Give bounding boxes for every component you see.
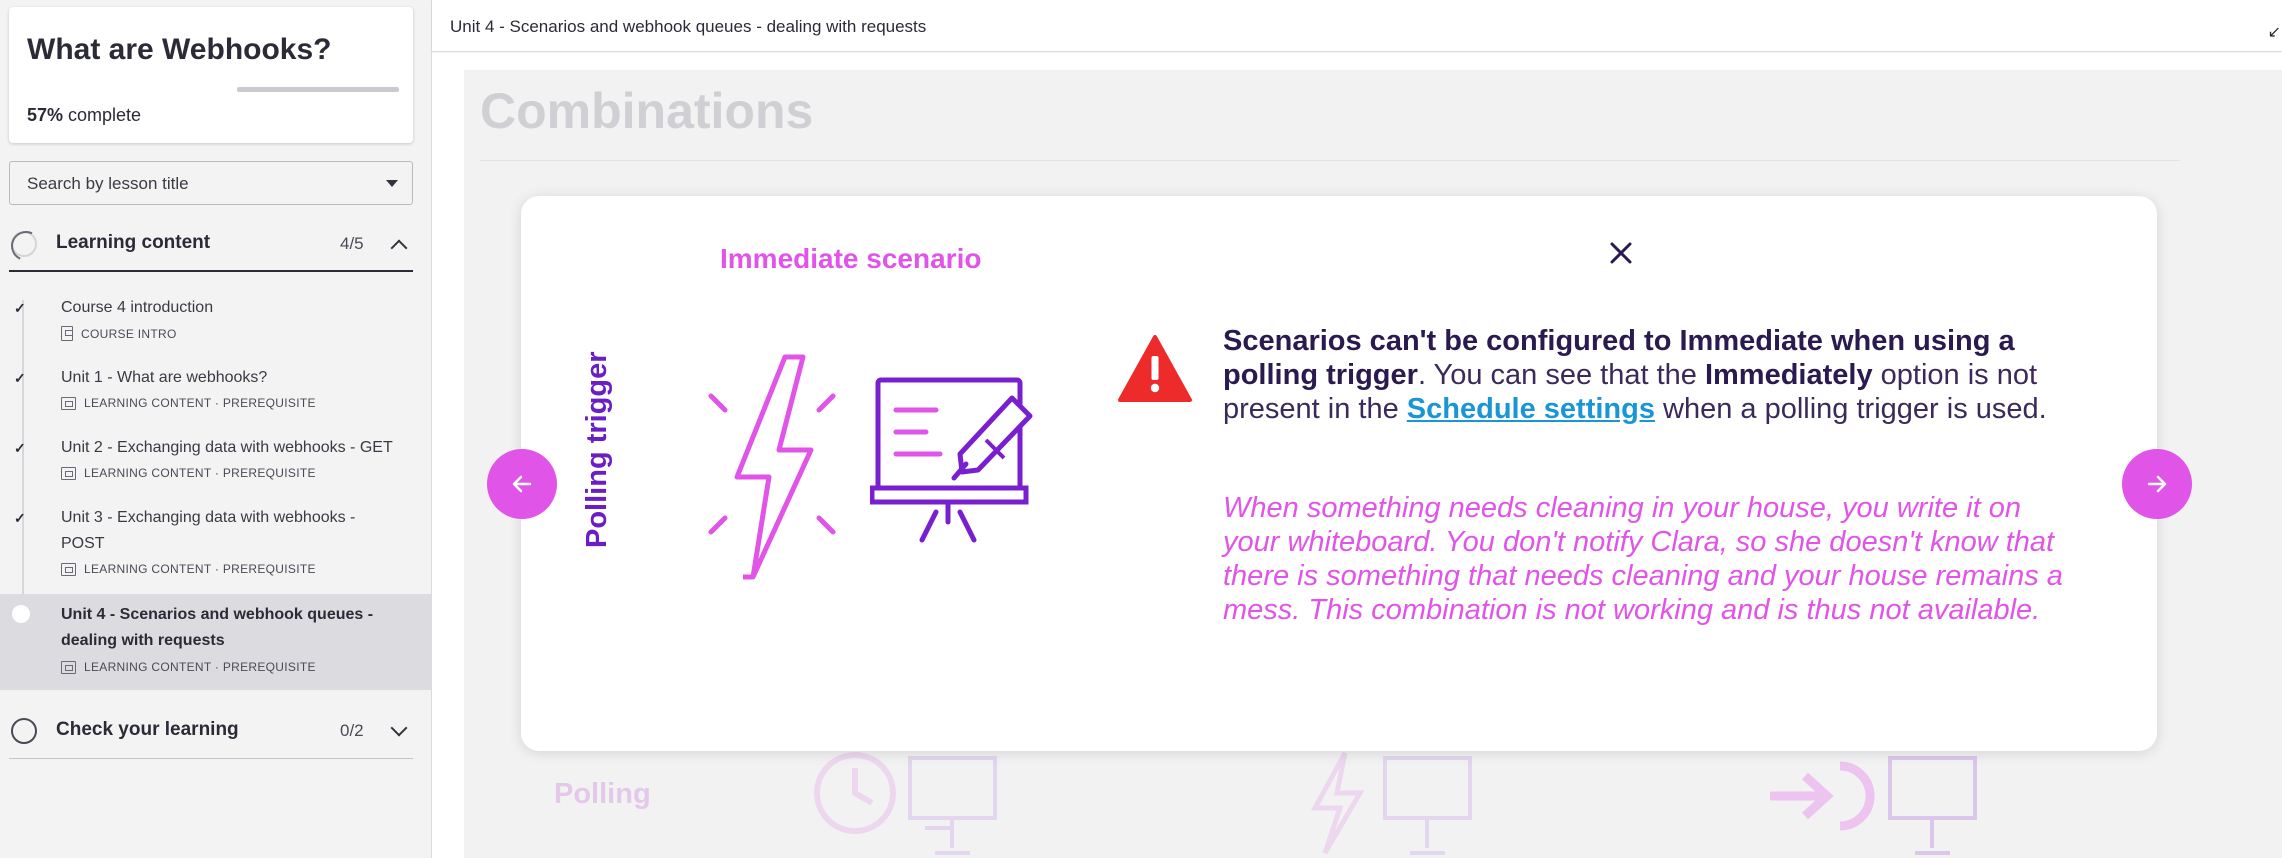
column-label-immediate-scenario: Immediate scenario [720,243,982,274]
section-check-learning[interactable]: Check your learning 0/2 [9,705,413,759]
analogy-text: When something needs cleaning in your ho… [1223,492,2063,626]
background-arrow-whiteboard-icon [1770,756,1977,855]
section-title: Learning content [56,232,211,253]
lesson-meta-text: COURSE INTRO [81,326,177,341]
lesson-title-header: Unit 4 - Scenarios and webhook queues - … [450,17,927,36]
whiteboard-marker-icon [870,377,1033,543]
lesson-item-course-intro[interactable]: ✓ Course 4 introduction COURSE INTRO [0,292,431,356]
message-bold-2: Immediately [1704,359,1873,391]
course-progress-card: What are Webhooks? 57% complete [9,7,413,143]
previous-button[interactable] [487,449,557,519]
section-learning-content[interactable]: Learning content 4/5 [9,218,413,272]
section-progress-icon [11,718,37,744]
combination-message: Scenarios can't be configured to Immedia… [1223,324,2083,426]
lesson-item-unit-1[interactable]: ✓ Unit 1 - What are webhooks? LEARNING C… [0,362,431,426]
dropdown-caret-icon [386,180,398,187]
section-title: Check your learning [56,719,239,740]
slides-icon [61,466,76,480]
lesson-meta: LEARNING CONTENT · PREREQUISITE [61,396,316,410]
section-progress-icon [11,231,37,257]
course-sidebar: What are Webhooks? 57% complete Search b… [0,0,431,858]
lesson-meta: COURSE INTRO [61,326,177,341]
lesson-topbar: Unit 4 - Scenarios and webhook queues - … [432,0,2282,52]
background-divider [480,160,2180,161]
warning-triangle-icon [1118,335,1192,402]
lesson-item-unit-4-active[interactable]: Unit 4 - Scenarios and webhook queues - … [0,594,431,690]
progress-suffix: complete [63,105,142,125]
slides-icon [61,562,76,576]
progress-text: 57% complete [27,105,141,126]
minimize-arrows-icon[interactable]: ↙ [2268,22,2281,42]
background-heading: Combinations [480,83,814,139]
check-icon: ✓ [14,370,26,386]
lesson-title: Course 4 introduction [61,299,214,316]
lesson-search-select[interactable]: Search by lesson title [9,161,413,205]
lesson-meta-text: LEARNING CONTENT · PREREQUISITE [84,562,316,576]
slides-icon [61,396,76,410]
chevron-up-icon[interactable] [390,239,408,257]
lesson-title: Unit 3 - Exchanging data with webhooks -… [61,509,356,552]
course-title: What are Webhooks? [27,33,332,66]
lesson-meta-text: LEARNING CONTENT · PREREQUISITE [84,466,316,480]
lesson-meta: LEARNING CONTENT · PREREQUISITE [61,466,316,480]
row-label-polling-trigger: Polling trigger [581,351,613,548]
schedule-settings-link[interactable]: Schedule settings [1407,393,1655,425]
chevron-down-icon[interactable] [390,719,408,737]
lesson-title: Unit 4 - Scenarios and webhook queues - … [61,606,374,649]
lesson-meta-text: LEARNING CONTENT · PREREQUISITE [84,396,316,410]
search-placeholder: Search by lesson title [27,174,189,193]
lesson-item-unit-3[interactable]: ✓ Unit 3 - Exchanging data with webhooks… [0,502,431,592]
check-icon: ✓ [14,510,26,526]
lesson-meta-text: LEARNING CONTENT · PREREQUISITE [84,660,316,674]
background-clock-whiteboard-icon [814,752,997,855]
arrow-right-icon [2147,475,2167,493]
section-count: 4/5 [340,234,364,253]
progress-bar [237,87,399,92]
message-text-3: when a polling trigger is used. [1654,393,2047,425]
lesson-meta: LEARNING CONTENT · PREREQUISITE [61,562,316,576]
progress-percent: 57% [27,105,64,125]
lesson-meta: LEARNING CONTENT · PREREQUISITE [61,660,316,674]
lesson-title: Unit 2 - Exchanging data with webhooks -… [61,439,393,456]
arrow-left-icon [512,475,532,493]
background-lightning-whiteboard-icon [1310,751,1472,855]
lightning-bolt-icon [708,354,836,580]
next-button[interactable] [2122,449,2192,519]
check-icon: ✓ [14,440,26,456]
background-row-label: Polling [554,778,651,810]
document-icon [61,326,73,341]
lesson-title: Unit 1 - What are webhooks? [61,369,268,386]
current-lesson-dot [12,605,30,623]
section-count: 0/2 [340,721,364,740]
slides-icon [61,660,76,674]
close-icon[interactable] [1606,238,1636,268]
lesson-item-unit-2[interactable]: ✓ Unit 2 - Exchanging data with webhooks… [0,432,431,496]
message-text-1: . You can see that the [1417,359,1705,391]
check-icon: ✓ [14,300,26,316]
